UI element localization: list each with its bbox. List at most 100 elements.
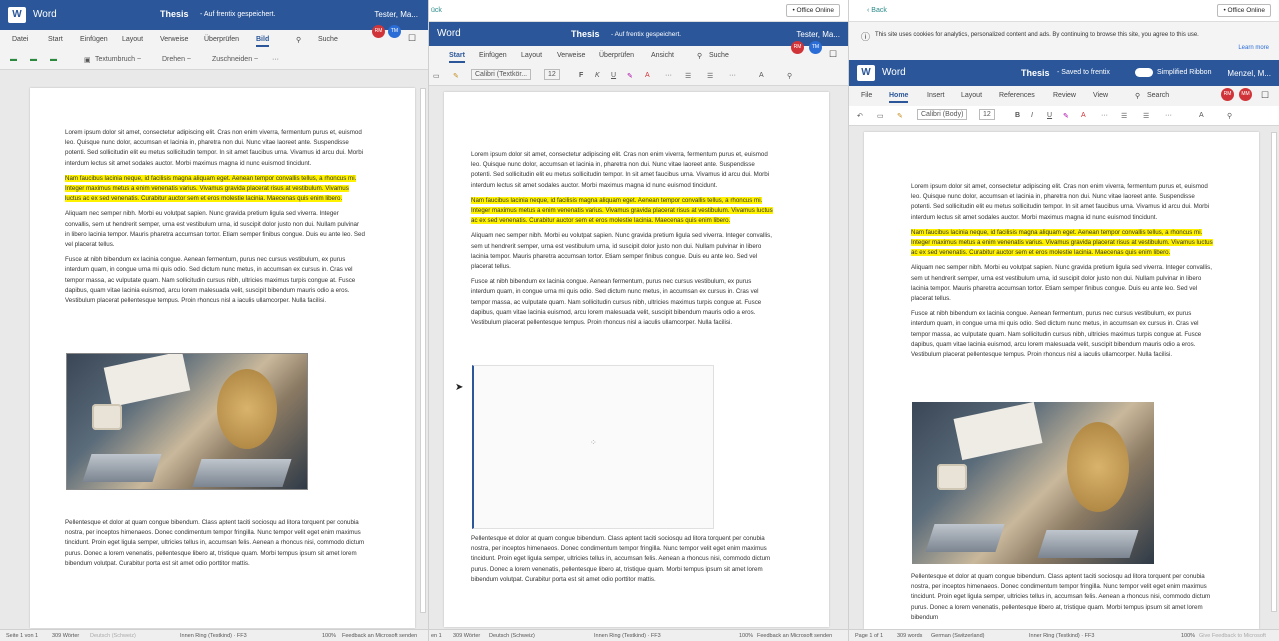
highlight-icon[interactable]: ✎ — [1063, 112, 1069, 120]
more-options-button[interactable]: ··· — [272, 56, 279, 63]
paragraph-highlighted[interactable]: Nam faucibus lacinia neque, id facilisis… — [911, 228, 1213, 259]
paragraph[interactable]: Aliquam nec semper nibh. Morbi eu volutp… — [471, 231, 773, 272]
italic-icon[interactable]: I — [1031, 112, 1033, 119]
image-placeholder-loading[interactable]: ⁘ — [472, 365, 714, 529]
format-painter-icon[interactable]: ✎ — [897, 112, 903, 120]
highlighted-text[interactable]: Nam faucibus lacinia neque, id facilisis… — [911, 228, 1213, 257]
rotate-button[interactable]: Drehen ~ — [162, 56, 191, 63]
comment-icon[interactable]: ☐ — [408, 33, 416, 44]
tab-ansicht[interactable]: Ansicht — [651, 52, 674, 59]
coauthor-avatar[interactable]: RM — [1221, 88, 1234, 101]
user-name[interactable]: Tester, Ma... — [374, 10, 418, 19]
bullets-icon[interactable]: ☰ — [685, 72, 691, 80]
picture-style-icon[interactable]: ▬ — [30, 56, 37, 63]
font-family-select[interactable]: Calibri (Body) — [917, 109, 968, 120]
inserted-photo-selected[interactable] — [66, 353, 308, 490]
tab-start[interactable]: Start — [48, 36, 63, 43]
tab-file[interactable]: File — [861, 92, 872, 99]
coauthor-avatar[interactable]: RM — [372, 25, 385, 38]
more-icon[interactable]: ··· — [729, 72, 736, 79]
tab-view[interactable]: View — [1093, 92, 1108, 99]
highlighted-text[interactable]: Nam faucibus lacinia neque, id facilisis… — [65, 174, 357, 203]
language[interactable]: Deutsch (Schweiz) — [489, 633, 535, 639]
word-app-icon[interactable]: W — [8, 7, 26, 23]
simplified-ribbon-toggle[interactable] — [1135, 68, 1153, 77]
language[interactable]: German (Switzerland) — [931, 633, 985, 639]
zoom-level[interactable]: 100% — [1181, 633, 1195, 639]
tab-references[interactable]: References — [999, 92, 1035, 99]
paragraph-highlighted[interactable]: Nam faucibus lacinia neque, id facilisis… — [471, 196, 773, 227]
undo-icon[interactable]: ↶ — [857, 112, 863, 120]
picture-style-icon[interactable]: ▬ — [10, 56, 17, 63]
clipboard-icon[interactable]: ▭ — [433, 72, 440, 80]
wrap-text-button[interactable]: Textumbruch ~ — [95, 56, 141, 63]
styles-icon[interactable]: A — [1199, 112, 1204, 119]
learn-more-link[interactable]: Learn more — [1238, 45, 1269, 51]
back-link[interactable]: ück — [431, 7, 442, 14]
office-online-button[interactable]: • Office Online — [1217, 4, 1271, 17]
font-size-select[interactable]: 12 — [544, 69, 560, 80]
font-color-icon[interactable]: A — [1081, 112, 1086, 119]
document-page[interactable]: Lorem ipsum dolor sit amet, consectetur … — [864, 132, 1259, 629]
tab-verweise[interactable]: Verweise — [160, 36, 188, 43]
document-page[interactable]: Lorem ipsum dolor sit amet, consectetur … — [30, 88, 415, 628]
search-icon[interactable]: ⚲ — [1135, 92, 1140, 100]
vertical-scrollbar[interactable] — [420, 88, 426, 613]
paragraph[interactable]: Lorem ipsum dolor sit amet, consectetur … — [65, 128, 365, 169]
tab-ueberpruefen[interactable]: Überprüfen — [599, 52, 634, 59]
underline-icon[interactable]: U — [611, 72, 616, 79]
tab-layout[interactable]: Layout — [521, 52, 542, 59]
tab-insert[interactable]: Insert — [927, 92, 945, 99]
format-painter-icon[interactable]: ✎ — [453, 72, 459, 80]
paragraph[interactable]: Lorem ipsum dolor sit amet, consectetur … — [471, 150, 773, 191]
search-icon[interactable]: ⚲ — [296, 36, 301, 44]
tab-suche[interactable]: Suche — [318, 36, 338, 43]
crop-button[interactable]: Zuschneiden ~ — [212, 56, 258, 63]
styles-icon[interactable]: A — [759, 72, 764, 79]
back-link[interactable]: ‹ Back — [867, 7, 887, 14]
tab-review[interactable]: Review — [1053, 92, 1076, 99]
bullets-icon[interactable]: ☰ — [1121, 112, 1127, 120]
underline-icon[interactable]: U — [1047, 112, 1052, 119]
find-icon[interactable]: ⚲ — [787, 72, 792, 80]
tab-start[interactable]: Start — [449, 52, 465, 63]
paragraph[interactable]: Fusce at nibh bibendum ex lacinia congue… — [911, 309, 1213, 360]
document-page[interactable]: Lorem ipsum dolor sit amet, consectetur … — [444, 92, 829, 627]
tab-einfuegen[interactable]: Einfügen — [80, 36, 108, 43]
wrap-text-icon[interactable]: ▣ — [84, 56, 91, 64]
clipboard-icon[interactable]: ▭ — [877, 112, 884, 120]
align-icon[interactable]: ☰ — [1143, 112, 1149, 120]
zoom-level[interactable]: 100% — [739, 633, 753, 639]
find-icon[interactable]: ⚲ — [1227, 112, 1232, 120]
paragraph[interactable]: Pellentesque et dolor at quam congue bib… — [65, 518, 365, 569]
user-name[interactable]: Menzel, M... — [1227, 69, 1271, 78]
tab-datei[interactable]: Datei — [12, 36, 28, 43]
highlighted-text[interactable]: Nam faucibus lacinia neque, id facilisis… — [471, 196, 773, 225]
vertical-scrollbar[interactable] — [1271, 132, 1277, 612]
coauthor-avatar[interactable]: TM — [388, 25, 401, 38]
office-online-button[interactable]: • Office Online — [786, 4, 840, 17]
zoom-level[interactable]: 100% — [322, 633, 336, 639]
tab-home[interactable]: Home — [889, 92, 909, 103]
paragraph[interactable]: Aliquam nec semper nibh. Morbi eu volutp… — [911, 263, 1213, 304]
bold-icon[interactable]: F — [579, 72, 583, 79]
comment-icon[interactable]: ☐ — [829, 49, 837, 60]
tab-bild[interactable]: Bild — [256, 36, 270, 47]
more-icon[interactable]: ··· — [665, 72, 672, 79]
word-app-icon[interactable]: W — [857, 65, 875, 81]
paragraph[interactable]: Aliquam nec semper nibh. Morbi eu volutp… — [65, 209, 365, 250]
paragraph[interactable]: Lorem ipsum dolor sit amet, consectetur … — [911, 182, 1213, 223]
language[interactable]: Deutsch (Schweiz) — [90, 633, 136, 639]
picture-style-icon[interactable]: ▬ — [50, 56, 57, 63]
font-family-select[interactable]: Calibri (Textkör... — [471, 69, 532, 80]
feedback-link[interactable]: Feedback an Microsoft senden — [342, 633, 417, 639]
paragraph-highlighted[interactable]: Nam faucibus lacinia neque, id facilisis… — [65, 174, 365, 205]
tab-layout[interactable]: Layout — [122, 36, 143, 43]
search-icon[interactable]: ⚲ — [697, 52, 702, 60]
feedback-link[interactable]: Give Feedback to Microsoft — [1199, 633, 1266, 639]
paragraph[interactable]: Pellentesque et dolor at quam congue bib… — [911, 572, 1213, 623]
document-title[interactable]: Thesis — [160, 9, 189, 19]
align-icon[interactable]: ☰ — [707, 72, 713, 80]
coauthor-avatar[interactable]: TM — [809, 41, 822, 54]
font-color-icon[interactable]: A — [645, 72, 650, 79]
